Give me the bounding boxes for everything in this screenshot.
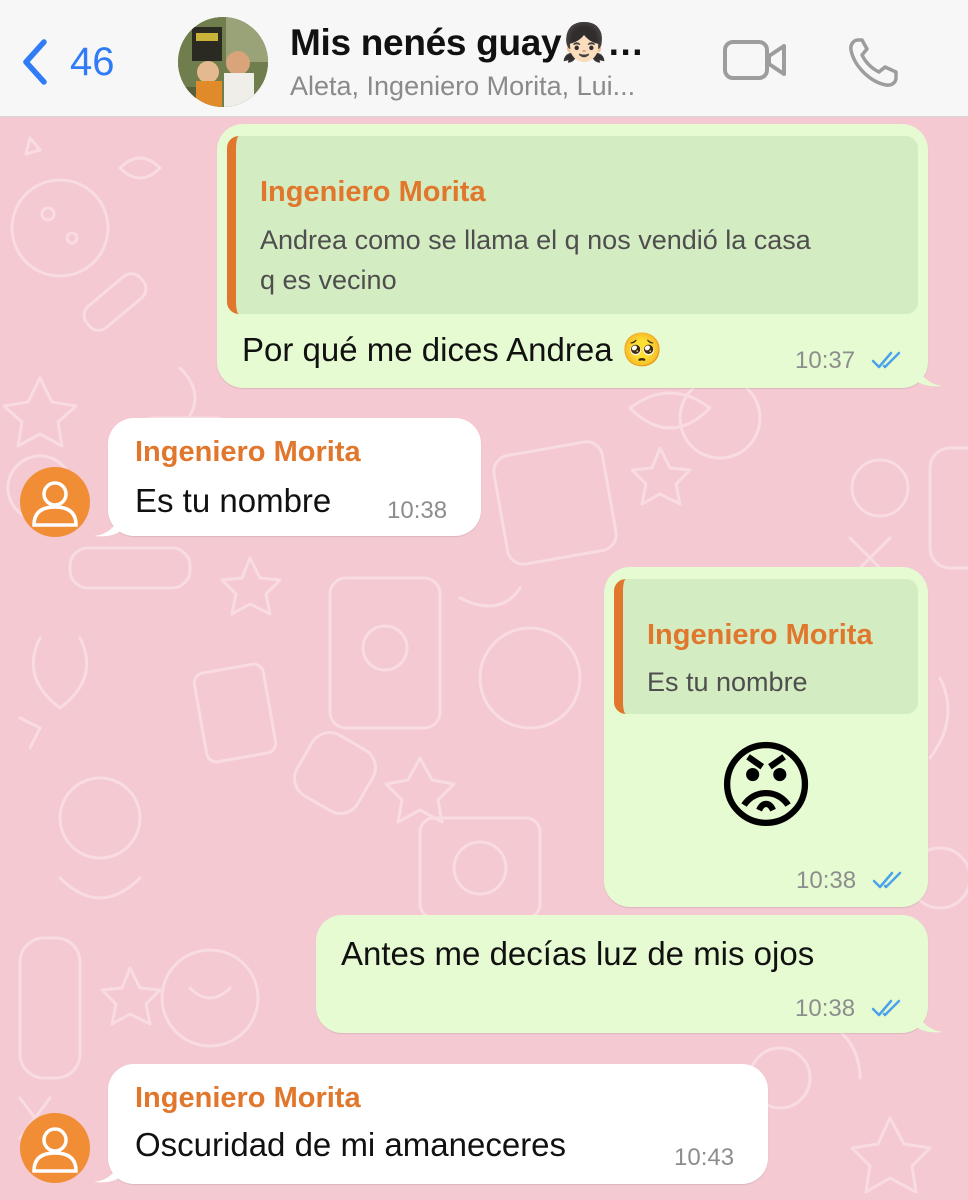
emoji-message: 😡	[715, 733, 817, 840]
default-avatar-icon	[32, 481, 78, 527]
double-check-icon	[872, 871, 902, 889]
message-time: 10:38	[795, 995, 856, 1022]
sender-avatar[interactable]	[20, 1113, 90, 1183]
chat-header: 46 Mis nenés guay👧🏻… Aleta, Ingeniero Mo…	[0, 0, 968, 117]
message-bubble-outgoing[interactable]: Antes me decías luz de mis ojos 10:38	[316, 915, 928, 1033]
message-time: 10:38	[796, 867, 857, 894]
group-avatar[interactable]	[178, 17, 268, 107]
unread-count: 46	[70, 39, 115, 84]
sender-name: Ingeniero Morita	[135, 436, 361, 468]
chat-title-block[interactable]: Mis nenés guay👧🏻… Aleta, Ingeniero Morit…	[290, 22, 710, 102]
group-photo-image	[178, 17, 268, 107]
message-bubble-outgoing[interactable]: Ingeniero Morita Andrea como se llama el…	[217, 124, 928, 388]
message-time: 10:37	[795, 347, 856, 374]
phone-call-icon[interactable]	[846, 36, 902, 90]
back-chevron-icon	[23, 39, 47, 85]
bubble-tail	[94, 512, 122, 537]
sender-name: Ingeniero Morita	[135, 1082, 361, 1114]
chat-title: Mis nenés guay👧🏻…	[290, 22, 644, 63]
bubble-tail	[94, 1158, 122, 1183]
default-avatar-icon	[32, 1127, 78, 1173]
quoted-author: Ingeniero Morita	[647, 619, 873, 651]
double-check-icon	[871, 999, 901, 1017]
message-time: 10:38	[387, 497, 448, 524]
quoted-text-line: Es tu nombre	[647, 667, 808, 697]
quoted-text-line: Andrea como se llama el q nos vendió la …	[260, 225, 811, 255]
bubble-tail	[915, 1008, 943, 1033]
bubble-tail	[915, 362, 943, 387]
message-bubble-incoming[interactable]: Ingeniero Morita Oscuridad de mi amanece…	[108, 1064, 768, 1184]
video-call-icon[interactable]	[722, 36, 788, 84]
chat-participants: Aleta, Ingeniero Morita, Lui...	[290, 71, 636, 101]
message-text: Es tu nombre	[135, 482, 332, 519]
message-time: 10:43	[674, 1144, 735, 1171]
back-button[interactable]: 46	[18, 34, 115, 90]
quoted-message[interactable]: Ingeniero Morita Es tu nombre	[614, 579, 918, 714]
sender-avatar[interactable]	[20, 467, 90, 537]
quoted-text-line: q es vecino	[260, 265, 397, 295]
message-text: Oscuridad de mi amaneceres	[135, 1126, 567, 1163]
quoted-author: Ingeniero Morita	[260, 176, 486, 208]
message-bubble-incoming[interactable]: Ingeniero Morita Es tu nombre 10:38	[108, 418, 481, 536]
message-text: Por qué me dices Andrea 🥺	[242, 331, 663, 368]
message-bubble-outgoing[interactable]: Ingeniero Morita Es tu nombre 😡 10:38	[604, 567, 928, 907]
double-check-icon	[871, 351, 901, 369]
message-text: Antes me decías luz de mis ojos	[341, 935, 815, 972]
quoted-message[interactable]: Ingeniero Morita Andrea como se llama el…	[227, 136, 918, 314]
